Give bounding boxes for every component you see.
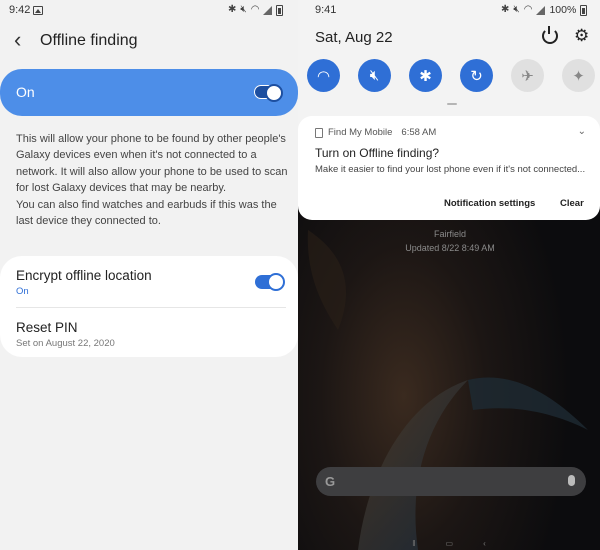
signal-icon [536, 5, 546, 15]
back-icon[interactable]: ‹ [483, 539, 486, 548]
mute-icon: 🔇︎ [513, 4, 520, 15]
description-paragraph: You can also find watches and earbuds if… [16, 198, 277, 228]
sound-mute-icon[interactable]: 🔇︎ [358, 59, 391, 92]
wifi-icon[interactable]: ◠ [307, 59, 340, 92]
status-time: 9:41 [315, 4, 337, 16]
gear-icon[interactable]: ⚙︎ [574, 27, 589, 45]
auto-rotate-icon[interactable]: ↻ [460, 59, 493, 92]
battery-icon [580, 4, 588, 16]
battery-icon [276, 4, 284, 16]
reset-pin-subtitle: Set on August 22, 2020 [16, 338, 115, 349]
mute-icon: 🔇︎ [240, 4, 247, 15]
reset-pin-title[interactable]: Reset PIN [16, 320, 78, 335]
back-arrow-icon[interactable]: ‹ [14, 29, 21, 51]
recents-icon[interactable]: ‖ [412, 539, 415, 548]
clear-button[interactable]: Clear [560, 198, 584, 209]
navigation-bar: ‖ ▭ ‹ [298, 536, 600, 550]
status-bar: 9:42 ✱ 🔇︎ ◠ [0, 0, 298, 22]
google-icon: G [325, 474, 336, 489]
description-paragraph: This will allow your phone to be found b… [16, 133, 288, 195]
signal-icon [263, 5, 273, 15]
bluetooth-icon[interactable]: ✱ [409, 59, 442, 92]
wifi-icon: ◠ [523, 4, 533, 15]
bluetooth-icon: ✱ [501, 4, 510, 15]
toggle-knob [265, 84, 283, 102]
page-title: Offline finding [40, 32, 138, 49]
notification-header: Find My Mobile 6:58 AM [315, 127, 436, 138]
divider [16, 307, 286, 308]
status-bar: 9:41 ✱ 🔇︎ ◠ 100% [298, 0, 600, 22]
master-toggle-label: On [16, 84, 35, 100]
notification-time: 6:58 AM [401, 127, 437, 138]
master-toggle-switch[interactable] [254, 84, 283, 102]
date-label: Sat, Aug 22 [315, 29, 393, 46]
status-time: 9:42 [9, 4, 31, 16]
power-icon[interactable] [542, 26, 558, 44]
battery-percent: 100% [549, 4, 577, 16]
master-toggle-bar[interactable]: On [0, 69, 298, 116]
weather-location: Fairfield [433, 229, 466, 239]
encrypt-location-status: On [16, 286, 29, 297]
airplane-icon[interactable]: ✈︎ [511, 59, 544, 92]
gallery-notification-icon [33, 6, 43, 15]
wifi-icon: ◠ [250, 4, 260, 15]
notification-title: Turn on Offline finding? [315, 146, 440, 160]
notification-card[interactable]: Find My Mobile 6:58 AM ⌄ Turn on Offline… [298, 116, 600, 220]
notification-text: Make it easier to find your lost phone e… [315, 164, 585, 175]
chevron-down-icon[interactable]: ⌄ [578, 126, 586, 137]
notification-shade-screen: 9:41 ✱ 🔇︎ ◠ 100% Sat, Aug 22 ⚙︎ ◠ 🔇︎ ✱ ↻… [298, 0, 600, 550]
settings-card: Encrypt offline location On Reset PIN Se… [0, 256, 298, 357]
google-search-bar[interactable]: G [316, 467, 586, 496]
find-my-mobile-icon [315, 127, 323, 138]
bluetooth-icon: ✱ [228, 4, 237, 15]
toggle-knob [267, 273, 285, 291]
notification-app-name: Find My Mobile [328, 127, 393, 138]
drag-handle[interactable] [447, 103, 457, 105]
notification-settings-button[interactable]: Notification settings [444, 198, 535, 209]
feature-description: This will allow your phone to be found b… [16, 131, 291, 229]
flashlight-icon[interactable]: ✦ [562, 59, 595, 92]
app-header: ‹ Offline finding [0, 22, 298, 62]
home-icon[interactable]: ▭ [446, 539, 454, 548]
settings-screen: 9:42 ✱ 🔇︎ ◠ ‹ Offline finding On This wi… [0, 0, 298, 550]
encrypt-location-title[interactable]: Encrypt offline location [16, 268, 152, 283]
mic-icon[interactable] [568, 475, 575, 486]
weather-updated: Updated 8/22 8:49 AM [405, 243, 495, 253]
encrypt-location-toggle[interactable] [255, 273, 285, 291]
